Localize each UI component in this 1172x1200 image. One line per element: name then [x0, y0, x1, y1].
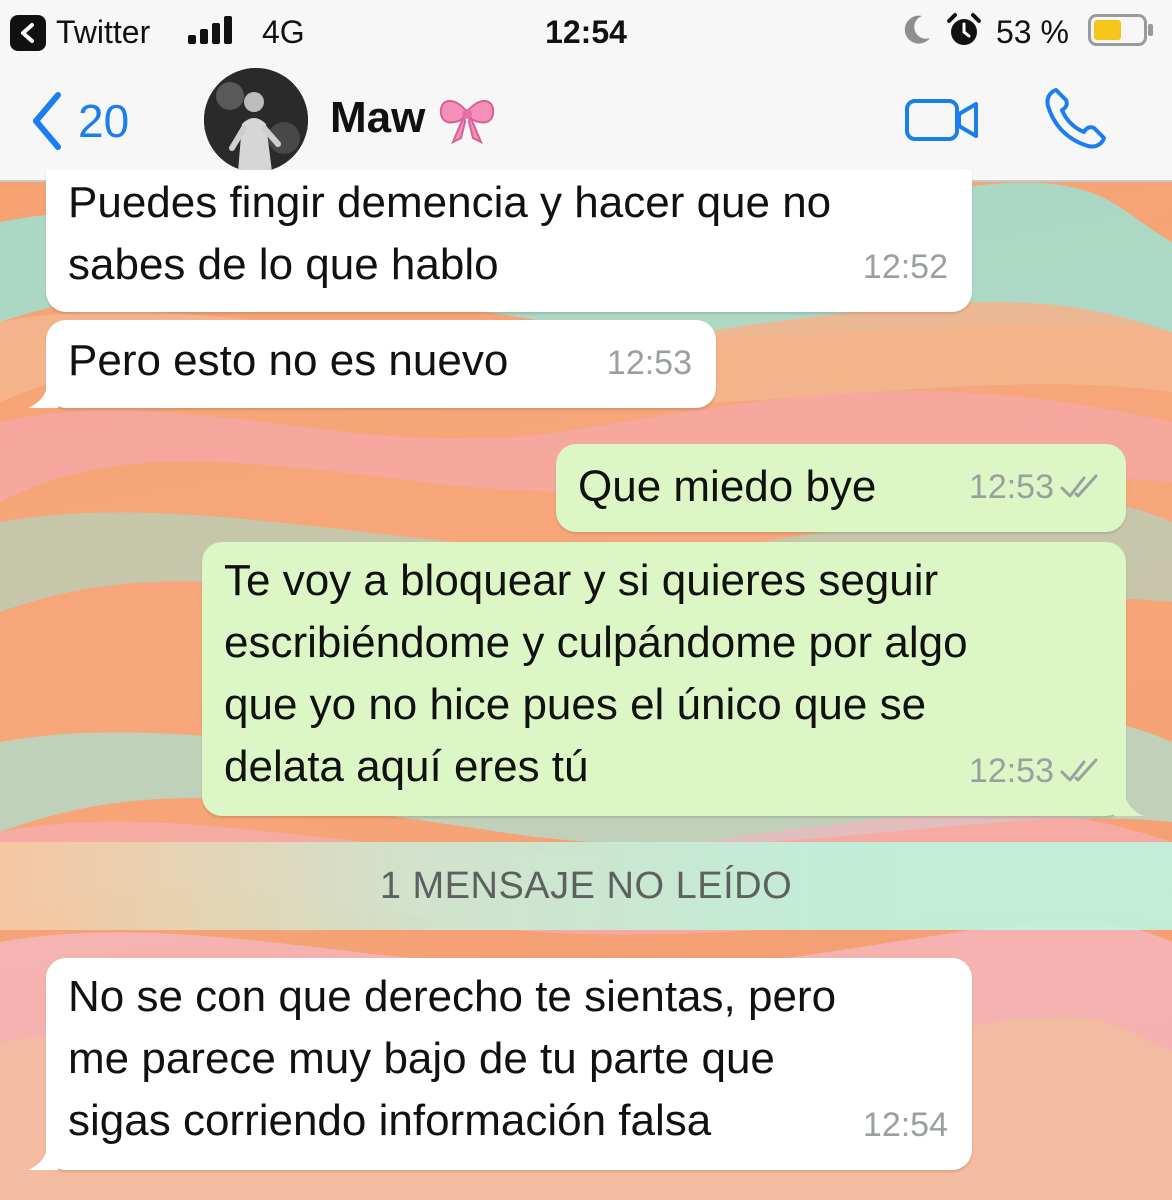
message-bubble-incoming[interactable]: Puedes fingir demencia y hacer que no sa…	[46, 170, 972, 312]
bubble-tail	[1114, 786, 1144, 816]
message-time: 12:52	[862, 248, 948, 286]
message-time: 12:53	[968, 752, 1054, 790]
message-bubble-incoming[interactable]: Pero esto no es nuevo 12:53	[28, 320, 716, 408]
avatar[interactable]	[204, 68, 308, 172]
message-meta: 12:53	[969, 740, 1102, 802]
message-bubble-incoming[interactable]: No se con que derecho te sientas, pero m…	[28, 958, 972, 1170]
back-button[interactable]: 20	[30, 86, 129, 156]
battery-icon	[1088, 14, 1153, 46]
double-check-icon	[1060, 474, 1098, 498]
message-text: No se con que derecho te sientas, pero m…	[68, 972, 837, 1145]
message-time: 12:54	[862, 1106, 948, 1144]
message-time: 12:53	[968, 468, 1054, 506]
message-bubble-outgoing[interactable]: Que miedo bye 12:53	[556, 444, 1126, 532]
contact-name-text: Maw	[330, 93, 426, 142]
unread-messages-banner: 1 MENSAJE NO LEÍDO	[0, 842, 1172, 930]
message-text: Puedes fingir demencia y hacer que no sa…	[68, 178, 832, 289]
chevron-left-icon	[33, 92, 61, 150]
bow-icon	[440, 100, 495, 144]
video-camera-icon[interactable]	[904, 94, 980, 146]
message-text: Pero esto no es nuevo	[68, 336, 509, 385]
phone-icon[interactable]	[1042, 84, 1110, 152]
bubble-tail	[28, 378, 58, 408]
double-check-icon	[1060, 758, 1098, 782]
contact-name[interactable]: Maw	[330, 92, 497, 144]
message-bubble-outgoing[interactable]: Te voy a bloquear y si quieres seguir es…	[202, 542, 1144, 816]
message-meta: 12:53	[969, 456, 1102, 518]
message-meta: 12:54	[863, 1094, 948, 1156]
message-meta: 12:53	[607, 332, 692, 394]
chat-header: 20 Maw	[0, 62, 1172, 182]
moon-icon	[904, 15, 930, 44]
alarm-icon	[947, 13, 981, 45]
bubble-tail	[28, 1140, 58, 1170]
status-bar: Twitter 4G 12:54 53 %	[0, 0, 1172, 62]
message-meta: 12:52	[863, 236, 948, 298]
message-time: 12:53	[606, 344, 692, 382]
unread-chats-count: 20	[78, 95, 130, 147]
battery-percent: 53 %	[996, 14, 1069, 50]
